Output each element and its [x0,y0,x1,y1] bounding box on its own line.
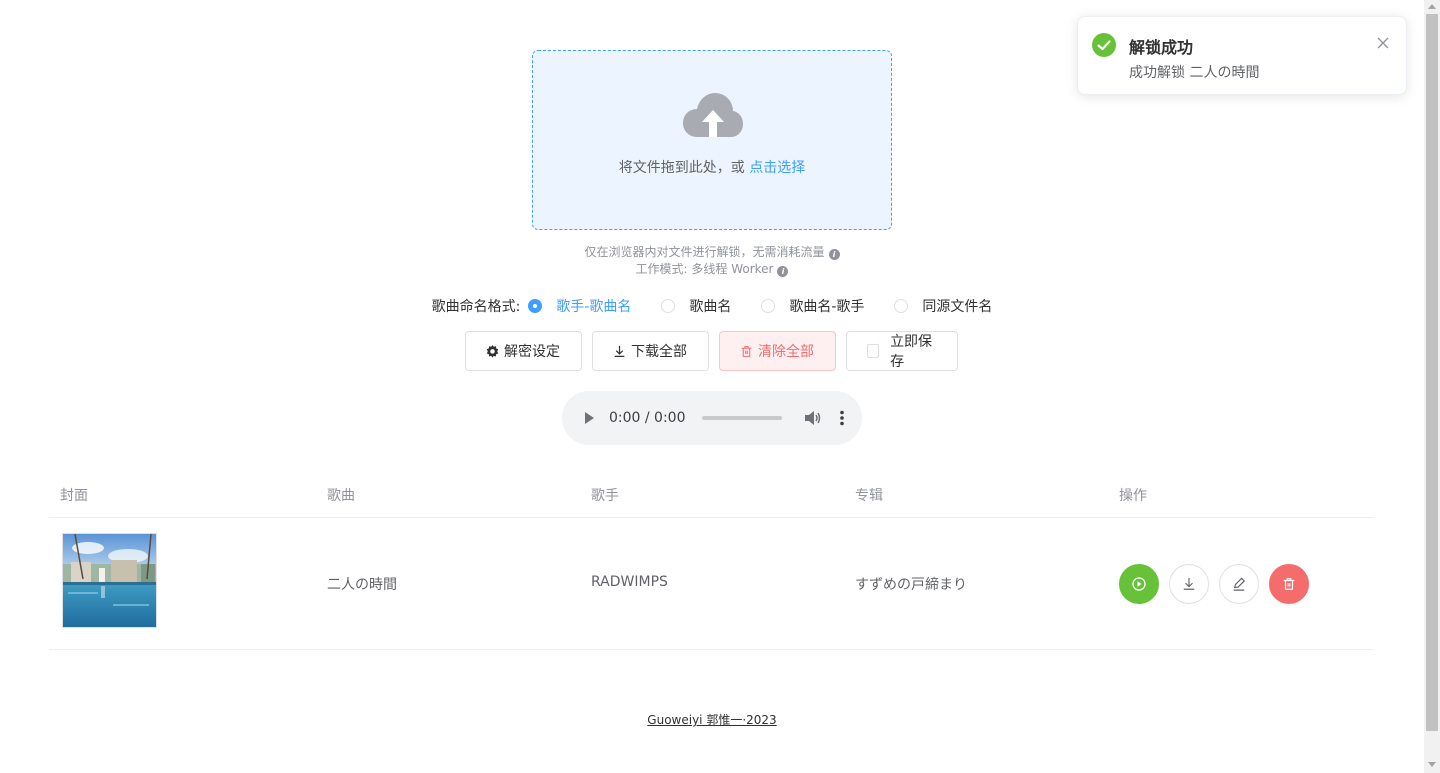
play-circle-icon [1132,577,1146,591]
radio-title-artist[interactable]: 歌曲名-歌手 [761,296,864,316]
seek-bar[interactable] [701,416,782,420]
naming-format-group: 歌曲命名格式: 歌手-歌曲名 歌曲名 歌曲名-歌手 同源文件名 [0,296,1424,316]
button-label: 清除全部 [758,344,814,360]
decrypt-settings-button[interactable]: 解密设定 [465,331,582,371]
notification-message: 成功解锁 二人の時間 [1129,65,1260,81]
info-icon[interactable]: i [777,266,789,277]
audio-player: 0:00 / 0:00 [562,391,862,445]
radio-dot[interactable] [894,299,909,313]
download-all-button[interactable]: 下载全部 [592,331,709,371]
radio-label: 歌曲名 [689,299,732,315]
song-artist: RADWIMPS [591,574,668,590]
edit-icon [1233,577,1246,591]
tip-line-2: 工作模式: 多线程 Worker i [0,260,1424,277]
upload-select-link[interactable]: 点击选择 [749,160,805,176]
clear-all-button[interactable]: 清除全部 [719,331,836,371]
app-root: 将文件拖到此处，或 点击选择 仅在浏览器内对文件进行解锁，无需消耗流量 i 工作模… [0,0,1424,773]
song-album: すずめの戸締まり [855,577,967,593]
trash-icon [1283,578,1295,590]
album-cover-image [62,533,157,628]
table-row: 二人の時間 RADWIMPS すずめの戸締まり [49,518,1373,650]
radio-dot[interactable] [528,299,543,313]
radio-title[interactable]: 歌曲名 [661,296,731,316]
delete-song-button[interactable] [1269,564,1309,604]
play-song-button[interactable] [1119,564,1159,604]
close-icon[interactable] [1376,36,1390,50]
success-check-icon [1092,33,1116,57]
file-upload-dropzone[interactable]: 将文件拖到此处，或 点击选择 [532,50,892,230]
header-cover: 封面 [60,488,88,504]
volume-icon[interactable] [804,410,822,426]
save-now-checkbox-button[interactable]: 立即保存 [846,331,958,371]
button-label: 立即保存 [890,334,933,370]
play-icon[interactable] [582,411,596,425]
vertical-scrollbar[interactable] [1424,0,1440,773]
gear-icon [486,344,499,358]
notification-title: 解锁成功 [1129,38,1194,57]
radio-dot[interactable] [761,299,776,313]
success-notification: 解锁成功 成功解锁 二人の時間 [1077,16,1407,95]
radio-label: 歌手-歌曲名 [556,299,632,315]
toolbar: 解密设定 下载全部 清除全部 立即保存 [465,331,958,371]
tip-line-1: 仅在浏览器内对文件进行解锁，无需消耗流量 i [0,243,1424,260]
save-now-checkbox[interactable] [867,344,880,358]
more-vertical-icon[interactable] [838,410,846,426]
button-label: 解密设定 [504,344,560,360]
songs-table: 封面 歌曲 歌手 专辑 操作 二人の時間 RADWIMPS すずめの戸締まり [49,470,1373,650]
radio-dot[interactable] [661,299,676,313]
footer-link[interactable]: Guoweiyi 郭惟一·2023 [647,713,776,727]
header-actions: 操作 [1119,488,1147,504]
upload-cloud-icon [683,93,743,137]
edit-song-button[interactable] [1219,564,1259,604]
info-icon[interactable]: i [828,249,840,260]
radio-label: 同源文件名 [922,299,993,315]
tip-browser-unlock: 仅在浏览器内对文件进行解锁，无需消耗流量 [584,245,825,259]
header-artist: 歌手 [591,488,619,504]
download-icon [614,345,625,357]
header-album: 专辑 [855,488,883,504]
radio-artist-title[interactable]: 歌手-歌曲名 [528,296,631,316]
upload-text: 将文件拖到此处，或 点击选择 [533,157,891,177]
tip-work-mode: 工作模式: 多线程 Worker [635,262,774,276]
player-time: 0:00 / 0:00 [609,410,686,426]
footer: Guoweiyi 郭惟一·2023 [0,711,1424,728]
scroll-up-arrow[interactable] [1428,4,1436,9]
radio-source-filename[interactable]: 同源文件名 [894,296,992,316]
upload-instruction: 将文件拖到此处，或 [618,160,745,176]
row-actions [1119,564,1309,604]
download-song-button[interactable] [1169,564,1209,604]
table-header: 封面 歌曲 歌手 专辑 操作 [49,470,1373,518]
scroll-down-arrow[interactable] [1428,762,1436,767]
song-title: 二人の時間 [327,577,397,593]
naming-format-label: 歌曲命名格式: [431,299,521,315]
button-label: 下载全部 [631,344,687,360]
radio-label: 歌曲名-歌手 [789,299,865,315]
header-song: 歌曲 [327,488,355,504]
scrollbar-thumb[interactable] [1426,14,1438,731]
trash-icon [741,345,752,357]
download-icon [1183,577,1195,590]
